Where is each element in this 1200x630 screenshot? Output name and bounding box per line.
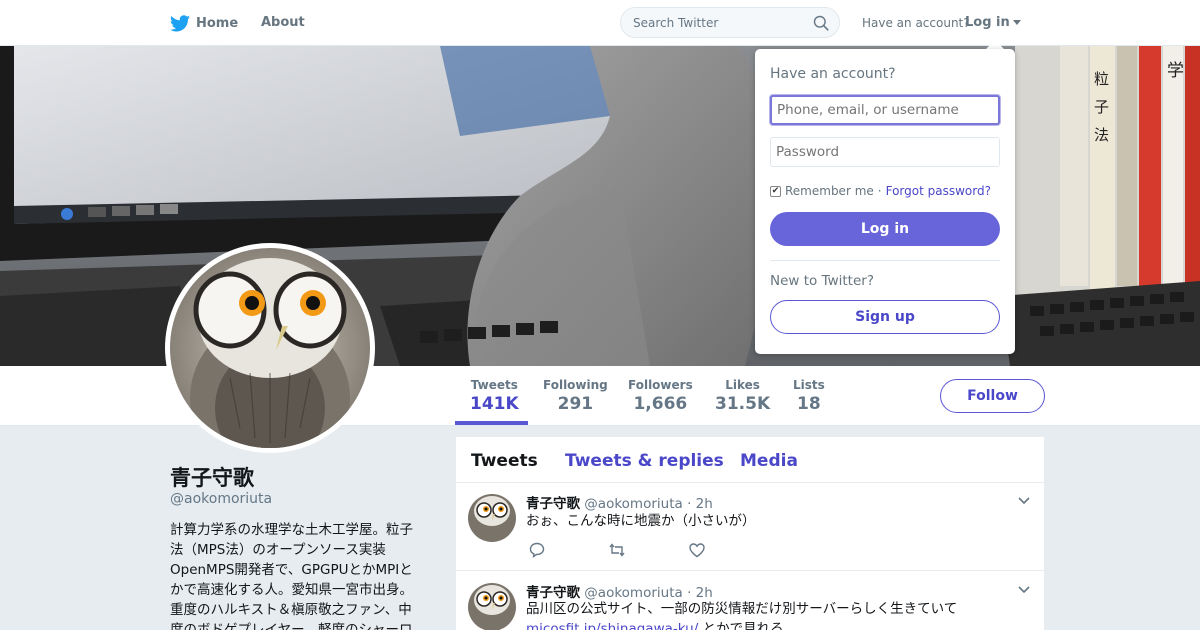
search-box[interactable]: Search Twitter: [620, 7, 840, 38]
tweet-link[interactable]: micosfit.jp/shinagawa-ku/: [526, 621, 698, 630]
stat-label: Lists: [793, 378, 825, 392]
home-link[interactable]: Home: [170, 15, 238, 32]
dropdown-title: Have an account?: [770, 66, 896, 82]
owl-avatar-image: [170, 248, 370, 448]
tweet-text: 品川区の公式サイト、一部の防災情報だけ別サーバーらしく生きていて: [526, 601, 958, 617]
profile-avatar[interactable]: [165, 243, 375, 453]
stat-tweets[interactable]: Tweets 141K: [470, 378, 519, 414]
remember-row: ✔ Remember me · Forgot password?: [770, 184, 991, 198]
like-heart-icon[interactable]: [688, 541, 706, 559]
forgot-password-link[interactable]: Forgot password?: [886, 184, 991, 198]
password-input[interactable]: [770, 137, 1000, 167]
follow-button[interactable]: Follow: [940, 379, 1045, 413]
chevron-down-icon[interactable]: [1018, 586, 1030, 594]
home-label: Home: [196, 16, 239, 31]
reply-icon[interactable]: [528, 541, 546, 559]
login-menu-label: Log in: [965, 15, 1010, 30]
active-stat-underline: [455, 421, 528, 425]
owl-avatar-image: [468, 583, 516, 630]
svg-text:粒: 粒: [1094, 70, 1109, 88]
stat-label: Likes: [725, 378, 760, 392]
signup-button[interactable]: Sign up: [770, 300, 1000, 334]
profile-bio: 計算力学系の水理学な土木工学屋。粒子 法（MPS法）のオープンソース実装 Ope…: [170, 520, 425, 630]
tweet-header: 青子守歌 @aokomoriuta · 2h: [526, 492, 713, 512]
bio-line: 度のボドゲプレイヤー、軽度のシャーロ: [170, 622, 413, 630]
bio-line: 計算力学系の水理学な土木工学屋。粒子: [170, 522, 413, 538]
caret-down-icon: [1012, 20, 1021, 25]
dropdown-arrow: [986, 40, 1004, 49]
bio-line: 法（MPS法）のオープンソース実装: [170, 542, 386, 558]
tweet-text-after: とかで見れる: [698, 621, 784, 630]
stat-following[interactable]: Following 291: [543, 378, 608, 414]
profile-handle[interactable]: @aokomoriuta: [170, 491, 272, 507]
login-dropdown: Have an account? ✔ Remember me · Forgot …: [755, 49, 1015, 354]
tab-tweets[interactable]: Tweets: [471, 451, 538, 471]
search-input[interactable]: Search Twitter: [633, 16, 718, 30]
remember-me-label[interactable]: Remember me: [785, 184, 874, 198]
tab-tweets-replies[interactable]: Tweets & replies: [565, 451, 724, 471]
tweet-author-name[interactable]: 青子守歌: [526, 496, 580, 512]
tweet-avatar[interactable]: [468, 583, 516, 630]
tweet-header: 青子守歌 @aokomoriuta · 2h: [526, 581, 713, 601]
tweet[interactable]: 青子守歌 @aokomoriuta · 2h 品川区の公式サイト、一部の防災情報…: [456, 571, 1044, 630]
search-icon[interactable]: [813, 15, 829, 31]
login-button[interactable]: Log in: [770, 212, 1000, 246]
chevron-down-icon[interactable]: [1018, 497, 1030, 505]
tweet-time[interactable]: · 2h: [687, 496, 713, 512]
have-account-text: Have an account?: [862, 16, 970, 30]
stat-label: Following: [543, 378, 608, 392]
timeline-tabs: Tweets Tweets & replies Media: [456, 437, 1044, 483]
stat-value: 31.5K: [715, 394, 771, 414]
stat-value: 1,666: [633, 394, 688, 414]
profile-name[interactable]: 青子守歌: [170, 462, 254, 492]
remember-me-checkbox[interactable]: ✔: [770, 185, 781, 197]
svg-text:法: 法: [1094, 126, 1109, 144]
divider: [770, 260, 1000, 261]
bio-line: かで高速化する人。愛知県一宮市出身。: [170, 582, 413, 598]
stat-lists[interactable]: Lists 18: [793, 378, 825, 414]
separator-dot: ·: [877, 184, 882, 198]
twitter-bird-icon: [170, 15, 190, 32]
new-to-twitter-text: New to Twitter?: [770, 273, 874, 289]
stat-value: 18: [797, 394, 821, 414]
svg-text:子: 子: [1094, 98, 1109, 116]
username-input[interactable]: [770, 95, 1000, 125]
stat-likes[interactable]: Likes 31.5K: [715, 378, 770, 414]
login-menu-toggle[interactable]: Log in: [965, 15, 1021, 30]
svg-text:学: 学: [1167, 61, 1184, 81]
tweet-avatar[interactable]: [468, 494, 516, 542]
tab-media[interactable]: Media: [740, 451, 798, 471]
top-navigation: Home About Search Twitter Have an accoun…: [0, 0, 1200, 46]
tweet-author-handle[interactable]: @aokomoriuta: [584, 496, 682, 512]
tweet-text: おぉ、こんな時に地震か（小さいが）: [526, 513, 756, 529]
stat-value: 291: [557, 394, 594, 414]
bio-line: OpenMPS開発者で、GPGPUとかMPIと: [170, 562, 413, 578]
owl-avatar-image: [468, 494, 516, 542]
stat-followers[interactable]: Followers 1,666: [628, 378, 693, 414]
stat-value: 141K: [470, 394, 519, 414]
retweet-icon[interactable]: [608, 541, 626, 559]
stat-label: Followers: [628, 378, 693, 392]
bio-line: 重度のハルキスト＆槇原敬之ファン、中: [170, 602, 412, 618]
about-link[interactable]: About: [261, 15, 305, 30]
timeline: Tweets Tweets & replies Media 青子守歌 @aoko…: [456, 437, 1044, 630]
stat-label: Tweets: [470, 378, 518, 392]
tweet-text-line: micosfit.jp/shinagawa-ku/ とかで見れる: [526, 619, 784, 630]
